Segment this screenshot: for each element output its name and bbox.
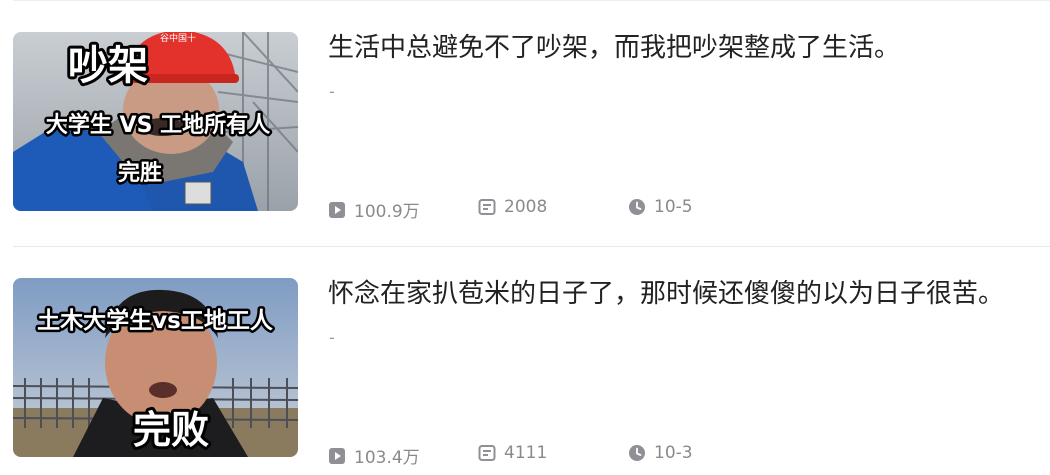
clock-icon: [629, 199, 645, 215]
video-description: -: [329, 328, 335, 347]
thumbnail-image: 土木大学生vs工地工人 完败: [13, 278, 298, 457]
thumbnail-caption: 完败: [133, 408, 209, 452]
publish-date-value: 10-3: [654, 443, 693, 463]
comment-count: 4111: [478, 443, 547, 463]
comment-count: 2008: [478, 197, 547, 217]
comment-icon: [478, 199, 496, 215]
play-count-icon: [329, 201, 345, 218]
thumbnail-subtitle: 大学生 VS 工地所有人: [46, 112, 270, 138]
comment-icon: [478, 445, 496, 461]
publish-date: 10-3: [628, 443, 693, 463]
helmet-text: 谷中国十: [160, 32, 196, 44]
video-thumbnail[interactable]: 土木大学生vs工地工人 完败: [13, 278, 298, 457]
video-thumbnail[interactable]: 谷中国十 吵架 大学生 VS 工地所有人 完胜: [13, 32, 298, 211]
video-item[interactable]: 土木大学生vs工地工人 完败 怀念在家扒苞米的日子了，那时候还傻傻的以为日子很苦…: [0, 246, 1050, 475]
comment-count-value: 4111: [504, 443, 548, 463]
view-count: 103.4万: [328, 443, 420, 468]
thumbnail-title: 土木大学生vs工地工人: [37, 307, 274, 334]
thumbnail-title: 吵架: [68, 43, 148, 89]
thumbnail-caption: 完胜: [118, 160, 162, 186]
video-list: 谷中国十 吵架 大学生 VS 工地所有人 完胜 生活中总避免不了吵架，而我把吵架…: [0, 0, 1050, 475]
video-title[interactable]: 生活中总避免不了吵架，而我把吵架整成了生活。: [328, 31, 900, 65]
view-count: 100.9万: [328, 197, 420, 222]
video-title[interactable]: 怀念在家扒苞米的日子了，那时候还傻傻的以为日子很苦。: [328, 277, 1004, 311]
video-description: -: [329, 82, 335, 101]
comment-count-value: 2008: [504, 197, 548, 217]
clock-icon: [629, 445, 645, 461]
publish-date: 10-5: [628, 197, 693, 217]
view-count-value: 103.4万: [354, 448, 420, 468]
video-item[interactable]: 谷中国十 吵架 大学生 VS 工地所有人 完胜 生活中总避免不了吵架，而我把吵架…: [0, 0, 1050, 230]
view-count-value: 100.9万: [354, 202, 420, 222]
thumbnail-image: 谷中国十 吵架 大学生 VS 工地所有人 完胜: [13, 32, 298, 211]
play-count-icon: [329, 447, 345, 464]
publish-date-value: 10-5: [654, 197, 693, 217]
